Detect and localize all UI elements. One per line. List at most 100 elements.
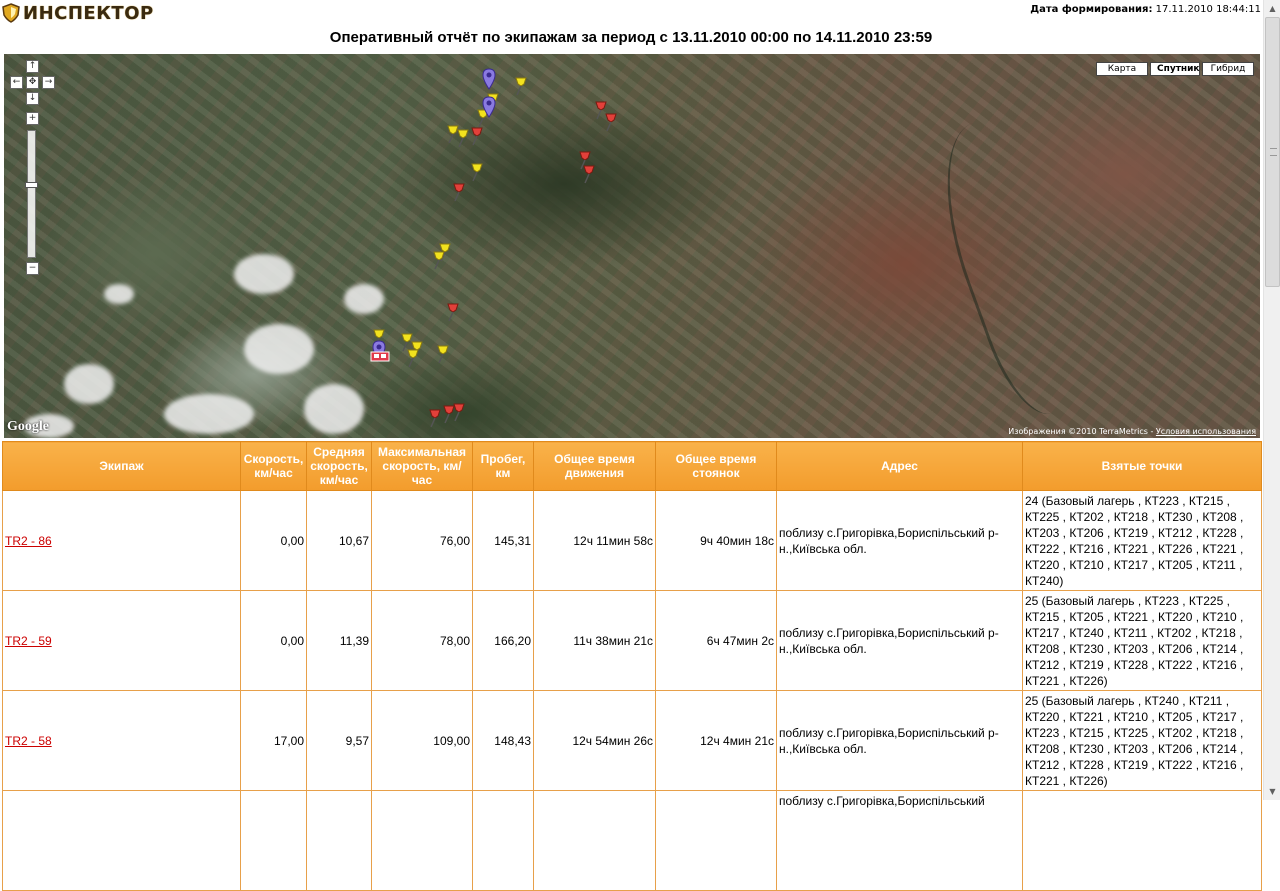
satellite-map[interactable]: ↑ ← ✥ → ↓ + − Карта Спутник Гибрид Googl… [4, 54, 1260, 438]
cell-max-speed: 76,00 [371, 490, 473, 591]
map-cloud [244, 324, 314, 374]
pushpin-icon[interactable] [468, 124, 486, 146]
table-row: поблизу с.Григорівка,Бориспільський [2, 790, 1262, 891]
map-attribution: Изображения ©2010 TerraMetrics - Условия… [1008, 427, 1256, 436]
map-cloud [234, 254, 294, 294]
scroll-down-arrow-icon[interactable]: ▼ [1264, 783, 1280, 800]
column-header-mileage[interactable]: Пробег, км [472, 441, 534, 491]
logo-text: ИНСПЕКТОР [23, 2, 154, 24]
generation-date: Дата формирования: 17.11.2010 18:44:11 [1030, 4, 1261, 15]
pushpin-icon[interactable] [580, 162, 598, 184]
table-row: TR2 - 58 17,00 9,57 109,00 148,43 12ч 54… [2, 690, 1262, 791]
pan-down-icon[interactable]: ↓ [26, 92, 39, 105]
vehicle-icon[interactable] [370, 350, 390, 364]
pushpin-icon[interactable] [602, 110, 620, 132]
pan-up-icon[interactable]: ↑ [26, 60, 39, 73]
cell-speed [240, 790, 307, 891]
cell-avg-speed: 11,39 [306, 590, 372, 691]
cell-crew: TR2 - 59 [2, 590, 241, 691]
table-header-row: Экипаж Скорость, км/час Средняя скорость… [2, 441, 1262, 491]
cell-max-speed [371, 790, 473, 891]
table-row: TR2 - 59 0,00 11,39 78,00 166,20 11ч 38м… [2, 590, 1262, 691]
cell-crew: TR2 - 86 [2, 490, 241, 591]
pushpin-icon[interactable] [434, 342, 452, 364]
cell-points [1022, 790, 1262, 891]
pushpin-icon[interactable] [404, 346, 422, 368]
cell-mileage: 148,43 [472, 690, 534, 791]
map-marker-icon[interactable] [482, 96, 496, 118]
column-header-address[interactable]: Адрес [776, 441, 1023, 491]
attribution-text: Изображения ©2010 TerraMetrics - [1008, 427, 1156, 436]
cell-max-speed: 109,00 [371, 690, 473, 791]
scroll-up-arrow-icon[interactable]: ▲ [1264, 0, 1280, 17]
pushpin-icon[interactable] [444, 300, 462, 322]
crew-link[interactable]: TR2 - 58 [5, 734, 52, 748]
column-header-points[interactable]: Взятые точки [1022, 441, 1262, 491]
map-river [916, 102, 1132, 426]
page-scrollbar[interactable]: ▲ ▼ [1263, 0, 1280, 800]
map-cloud [344, 284, 384, 314]
cell-avg-speed [306, 790, 372, 891]
table-row: TR2 - 86 0,00 10,67 76,00 145,31 12ч 11м… [2, 490, 1262, 591]
zoom-slider[interactable] [27, 130, 36, 258]
cell-max-speed: 78,00 [371, 590, 473, 691]
column-header-crew[interactable]: Экипаж [2, 441, 241, 491]
cell-crew [2, 790, 241, 891]
cell-speed: 17,00 [240, 690, 307, 791]
pushpin-icon[interactable] [450, 400, 468, 422]
pushpin-icon[interactable] [512, 74, 530, 96]
column-header-move-time[interactable]: Общее время движения [533, 441, 656, 491]
cell-move-time: 12ч 54мин 26с [533, 690, 656, 791]
pan-right-icon[interactable]: → [42, 76, 55, 89]
cell-points: 25 (Базовый лагерь , КТ240 , КТ211 , КТ2… [1022, 690, 1262, 791]
zoom-slider-knob[interactable] [25, 182, 38, 188]
map-cloud [164, 394, 254, 434]
cell-move-time: 12ч 11мин 58с [533, 490, 656, 591]
zoom-in-icon[interactable]: + [26, 112, 39, 125]
map-marker-icon[interactable] [482, 68, 496, 90]
map-type-satellite[interactable]: Спутник [1150, 62, 1200, 76]
terms-of-use-link[interactable]: Условия использования [1156, 427, 1256, 436]
cell-mileage: 145,31 [472, 490, 534, 591]
zoom-out-icon[interactable]: − [26, 262, 39, 275]
map-type-hybrid[interactable]: Гибрид [1202, 62, 1254, 76]
cell-address: поблизу с.Григорівка,Бориспільський р-н.… [776, 490, 1023, 591]
cell-move-time [533, 790, 656, 891]
map-cloud [304, 384, 364, 434]
cell-move-time: 11ч 38мин 21с [533, 590, 656, 691]
scrollbar-thumb[interactable] [1265, 17, 1280, 287]
pan-left-icon[interactable]: ← [10, 76, 23, 89]
column-header-speed[interactable]: Скорость, км/час [240, 441, 307, 491]
generation-date-value: 17.11.2010 18:44:11 [1155, 4, 1261, 15]
cell-speed: 0,00 [240, 490, 307, 591]
pushpin-icon[interactable] [450, 180, 468, 202]
cell-crew: TR2 - 58 [2, 690, 241, 791]
cell-speed: 0,00 [240, 590, 307, 691]
cell-mileage [472, 790, 534, 891]
cell-avg-speed: 10,67 [306, 490, 372, 591]
cell-mileage: 166,20 [472, 590, 534, 691]
crew-link[interactable]: TR2 - 59 [5, 634, 52, 648]
map-type-map[interactable]: Карта [1096, 62, 1148, 76]
pushpin-icon[interactable] [468, 160, 486, 182]
crew-link[interactable]: TR2 - 86 [5, 534, 52, 548]
column-header-stop-time[interactable]: Общее время стоянок [655, 441, 777, 491]
cell-address: поблизу с.Григорівка,Бориспільський [776, 790, 1023, 891]
pushpin-icon[interactable] [430, 248, 448, 270]
column-header-avg-speed[interactable]: Средняя скорость, км/час [306, 441, 372, 491]
column-header-max-speed[interactable]: Максимальная скорость, км/час [371, 441, 473, 491]
cell-stop-time: 9ч 40мин 18с [655, 490, 777, 591]
google-logo: Google [7, 419, 49, 434]
map-type-selector[interactable]: Карта Спутник Гибрид [1094, 62, 1254, 76]
crew-report-table: Экипаж Скорость, км/час Средняя скорость… [2, 441, 1262, 891]
pan-center-icon[interactable]: ✥ [26, 76, 39, 89]
cell-avg-speed: 9,57 [306, 690, 372, 791]
generation-date-label: Дата формирования: [1030, 4, 1153, 15]
map-cloud [64, 364, 114, 404]
app-logo: ИНСПЕКТОР [2, 2, 154, 24]
scrollbar-grip-icon [1270, 148, 1277, 156]
map-cloud [104, 284, 134, 304]
logo-shield-icon [2, 3, 20, 23]
cell-address: поблизу с.Григорівка,Бориспільський р-н.… [776, 690, 1023, 791]
cell-points: 24 (Базовый лагерь , КТ223 , КТ215 , КТ2… [1022, 490, 1262, 591]
